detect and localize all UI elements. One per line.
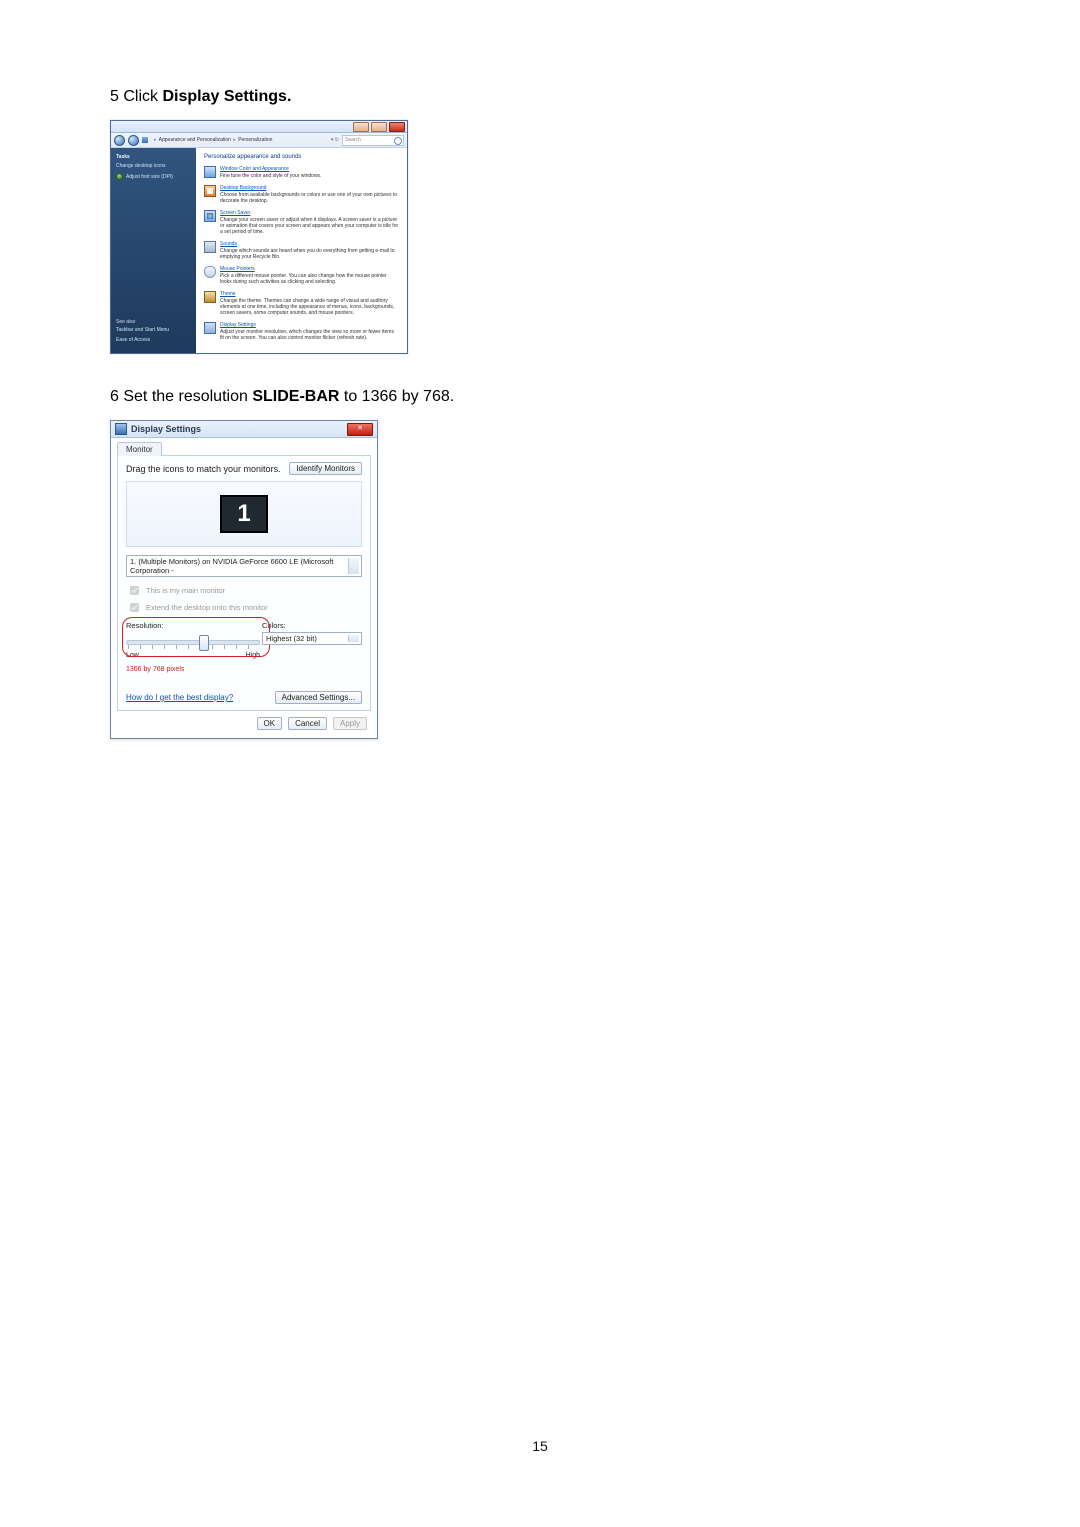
window-titlebar: Display Settings ✕ — [111, 421, 377, 438]
close-button[interactable]: ✕ — [347, 423, 373, 436]
chk-extend-desktop: Extend the desktop onto this monitor — [126, 600, 362, 615]
tasks-heading: Tasks — [116, 154, 191, 160]
picture-icon — [204, 185, 216, 197]
sidebar-link-font-size[interactable]: Adjust font size (DPI) — [116, 173, 191, 180]
breadcrumb[interactable]: ▸ Appearance and Personalization ▸ Perso… — [153, 137, 328, 143]
back-button[interactable] — [114, 135, 125, 146]
item-sounds[interactable]: Sounds Change which sounds are heard whe… — [204, 241, 399, 260]
monitor-select[interactable]: 1. (Multiple Monitors) on NVIDIA GeForce… — [126, 555, 362, 577]
control-panel-window: ▸ Appearance and Personalization ▸ Perso… — [110, 120, 408, 354]
display-icon — [204, 322, 216, 334]
apply-button: Apply — [333, 717, 367, 730]
item-desktop-background[interactable]: Desktop Background Choose from available… — [204, 185, 399, 204]
sidebar-link-desktop-icons[interactable]: Change desktop icons — [116, 163, 191, 169]
content-heading: Personalize appearance and sounds — [204, 154, 399, 160]
tasks-sidebar: Tasks Change desktop icons Adjust font s… — [111, 148, 196, 353]
step-6: 6 Set the resolution SLIDE-BAR to 1366 b… — [110, 388, 970, 406]
step-5: 5 Click Display Settings. — [110, 88, 970, 106]
step-number: 5 — [110, 88, 119, 105]
slider-thumb[interactable] — [199, 635, 209, 651]
display-icon — [115, 423, 127, 435]
ok-button[interactable]: OK — [257, 717, 283, 730]
close-button[interactable] — [389, 122, 405, 132]
chk-main-monitor: This is my main monitor — [126, 583, 362, 598]
step-number: 6 — [110, 388, 119, 405]
see-also-heading: See also — [116, 319, 191, 325]
theme-icon — [204, 291, 216, 303]
cancel-button[interactable]: Cancel — [288, 717, 327, 730]
page-number: 15 — [0, 1438, 1080, 1454]
colors-label: Colors: — [262, 621, 362, 630]
window-title: Display Settings — [131, 424, 347, 434]
resolution-label: Resolution: — [126, 621, 260, 630]
chk-main-monitor-input — [130, 586, 139, 595]
resolution-value: 1366 by 768 pixels — [126, 666, 260, 673]
address-bar: ▸ Appearance and Personalization ▸ Perso… — [111, 133, 407, 148]
item-screen-saver[interactable]: Screen Saver Change your screen saver or… — [204, 210, 399, 235]
monitor-icon — [204, 166, 216, 178]
monitor-1[interactable]: 1 — [220, 495, 268, 533]
window-titlebar — [111, 121, 407, 133]
item-window-color[interactable]: Window Color and Appearance Fine tune th… — [204, 166, 399, 179]
resolution-slider[interactable]: Low High — [126, 632, 260, 650]
monitor-panel: Drag the icons to match your monitors. I… — [117, 455, 371, 711]
sidebar-link-ease[interactable]: Ease of Access — [116, 337, 191, 343]
colors-select[interactable]: Highest (32 bit) — [262, 632, 362, 645]
personalization-content: Personalize appearance and sounds Window… — [196, 148, 407, 353]
maximize-button[interactable] — [371, 122, 387, 132]
drag-instruction: Drag the icons to match your monitors. — [126, 464, 281, 474]
item-theme[interactable]: Theme Change the theme. Themes can chang… — [204, 291, 399, 316]
chk-extend-desktop-input — [130, 603, 139, 612]
search-input[interactable]: Search — [342, 135, 404, 146]
monitor-arrangement[interactable]: 1 — [126, 481, 362, 547]
item-display-settings[interactable]: Display Settings Adjust your monitor res… — [204, 322, 399, 341]
item-mouse-pointers[interactable]: Mouse Pointers Pick a different mouse po… — [204, 266, 399, 285]
tab-monitor[interactable]: Monitor — [117, 442, 162, 456]
minimize-button[interactable] — [353, 122, 369, 132]
advanced-settings-button[interactable]: Advanced Settings... — [275, 691, 362, 704]
control-panel-icon — [142, 137, 148, 143]
sidebar-link-taskbar[interactable]: Taskbar and Start Menu — [116, 327, 191, 333]
identify-monitors-button[interactable]: Identify Monitors — [289, 462, 362, 475]
forward-button[interactable] — [128, 135, 139, 146]
search-icon — [394, 137, 402, 145]
screensaver-icon — [204, 210, 216, 222]
help-link[interactable]: How do I get the best display? — [126, 693, 233, 702]
display-settings-window: Display Settings ✕ Monitor Drag the icon… — [110, 420, 378, 739]
speaker-icon — [204, 241, 216, 253]
mouse-icon — [204, 266, 216, 278]
